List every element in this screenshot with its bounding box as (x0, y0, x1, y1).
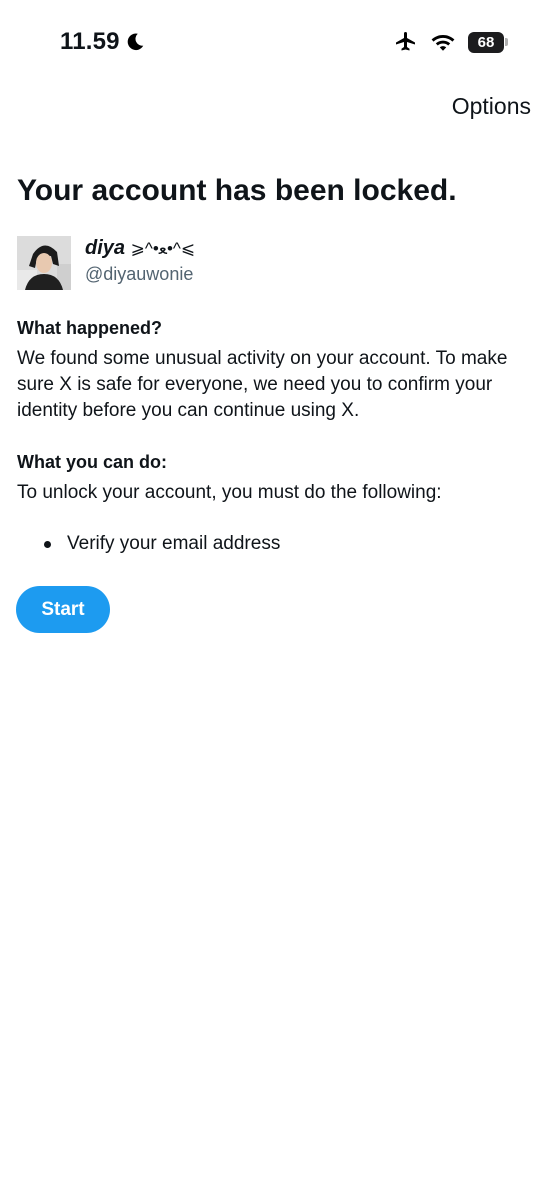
status-bar: 11.59 68 (0, 0, 554, 80)
time-text: 11.59 (60, 28, 120, 55)
wifi-icon (431, 35, 455, 51)
what-you-can-do-body: To unlock your account, you must do the … (17, 482, 442, 503)
battery-tip (505, 38, 508, 46)
battery-level: 68 (468, 31, 504, 53)
avatar-image (17, 236, 71, 290)
list-item: Verify your email address (44, 533, 280, 555)
options-button[interactable]: Options (452, 93, 531, 120)
what-happened-body: We found some unusual activity on your a… (17, 348, 508, 421)
status-time: 11.59 (60, 28, 146, 56)
moon-icon (127, 33, 143, 51)
status-icons: 68 (394, 30, 508, 54)
battery-icon: 68 (468, 31, 508, 53)
step-text: Verify your email address (67, 533, 281, 554)
start-button[interactable]: Start (16, 586, 110, 633)
what-you-can-do-heading: What you can do: (17, 452, 167, 472)
what-happened-heading: What happened? (17, 318, 162, 338)
steps-list: Verify your email address (44, 533, 280, 555)
display-name-text: diya (85, 237, 126, 259)
avatar (17, 236, 71, 290)
profile-card: diya ⩾^•ﻌ•^⩽ @diyauwonie (17, 236, 195, 290)
user-handle: @diyauwonie (85, 264, 194, 284)
page-title: Your account has been locked. (17, 174, 457, 207)
airplane-icon (396, 32, 415, 51)
display-name-decoration: ⩾^•ﻌ•^⩽ (130, 239, 196, 258)
profile-names: diya ⩾^•ﻌ•^⩽ @diyauwonie (85, 237, 195, 290)
display-name: diya ⩾^•ﻌ•^⩽ (85, 237, 195, 260)
bullet-dot (44, 540, 51, 548)
